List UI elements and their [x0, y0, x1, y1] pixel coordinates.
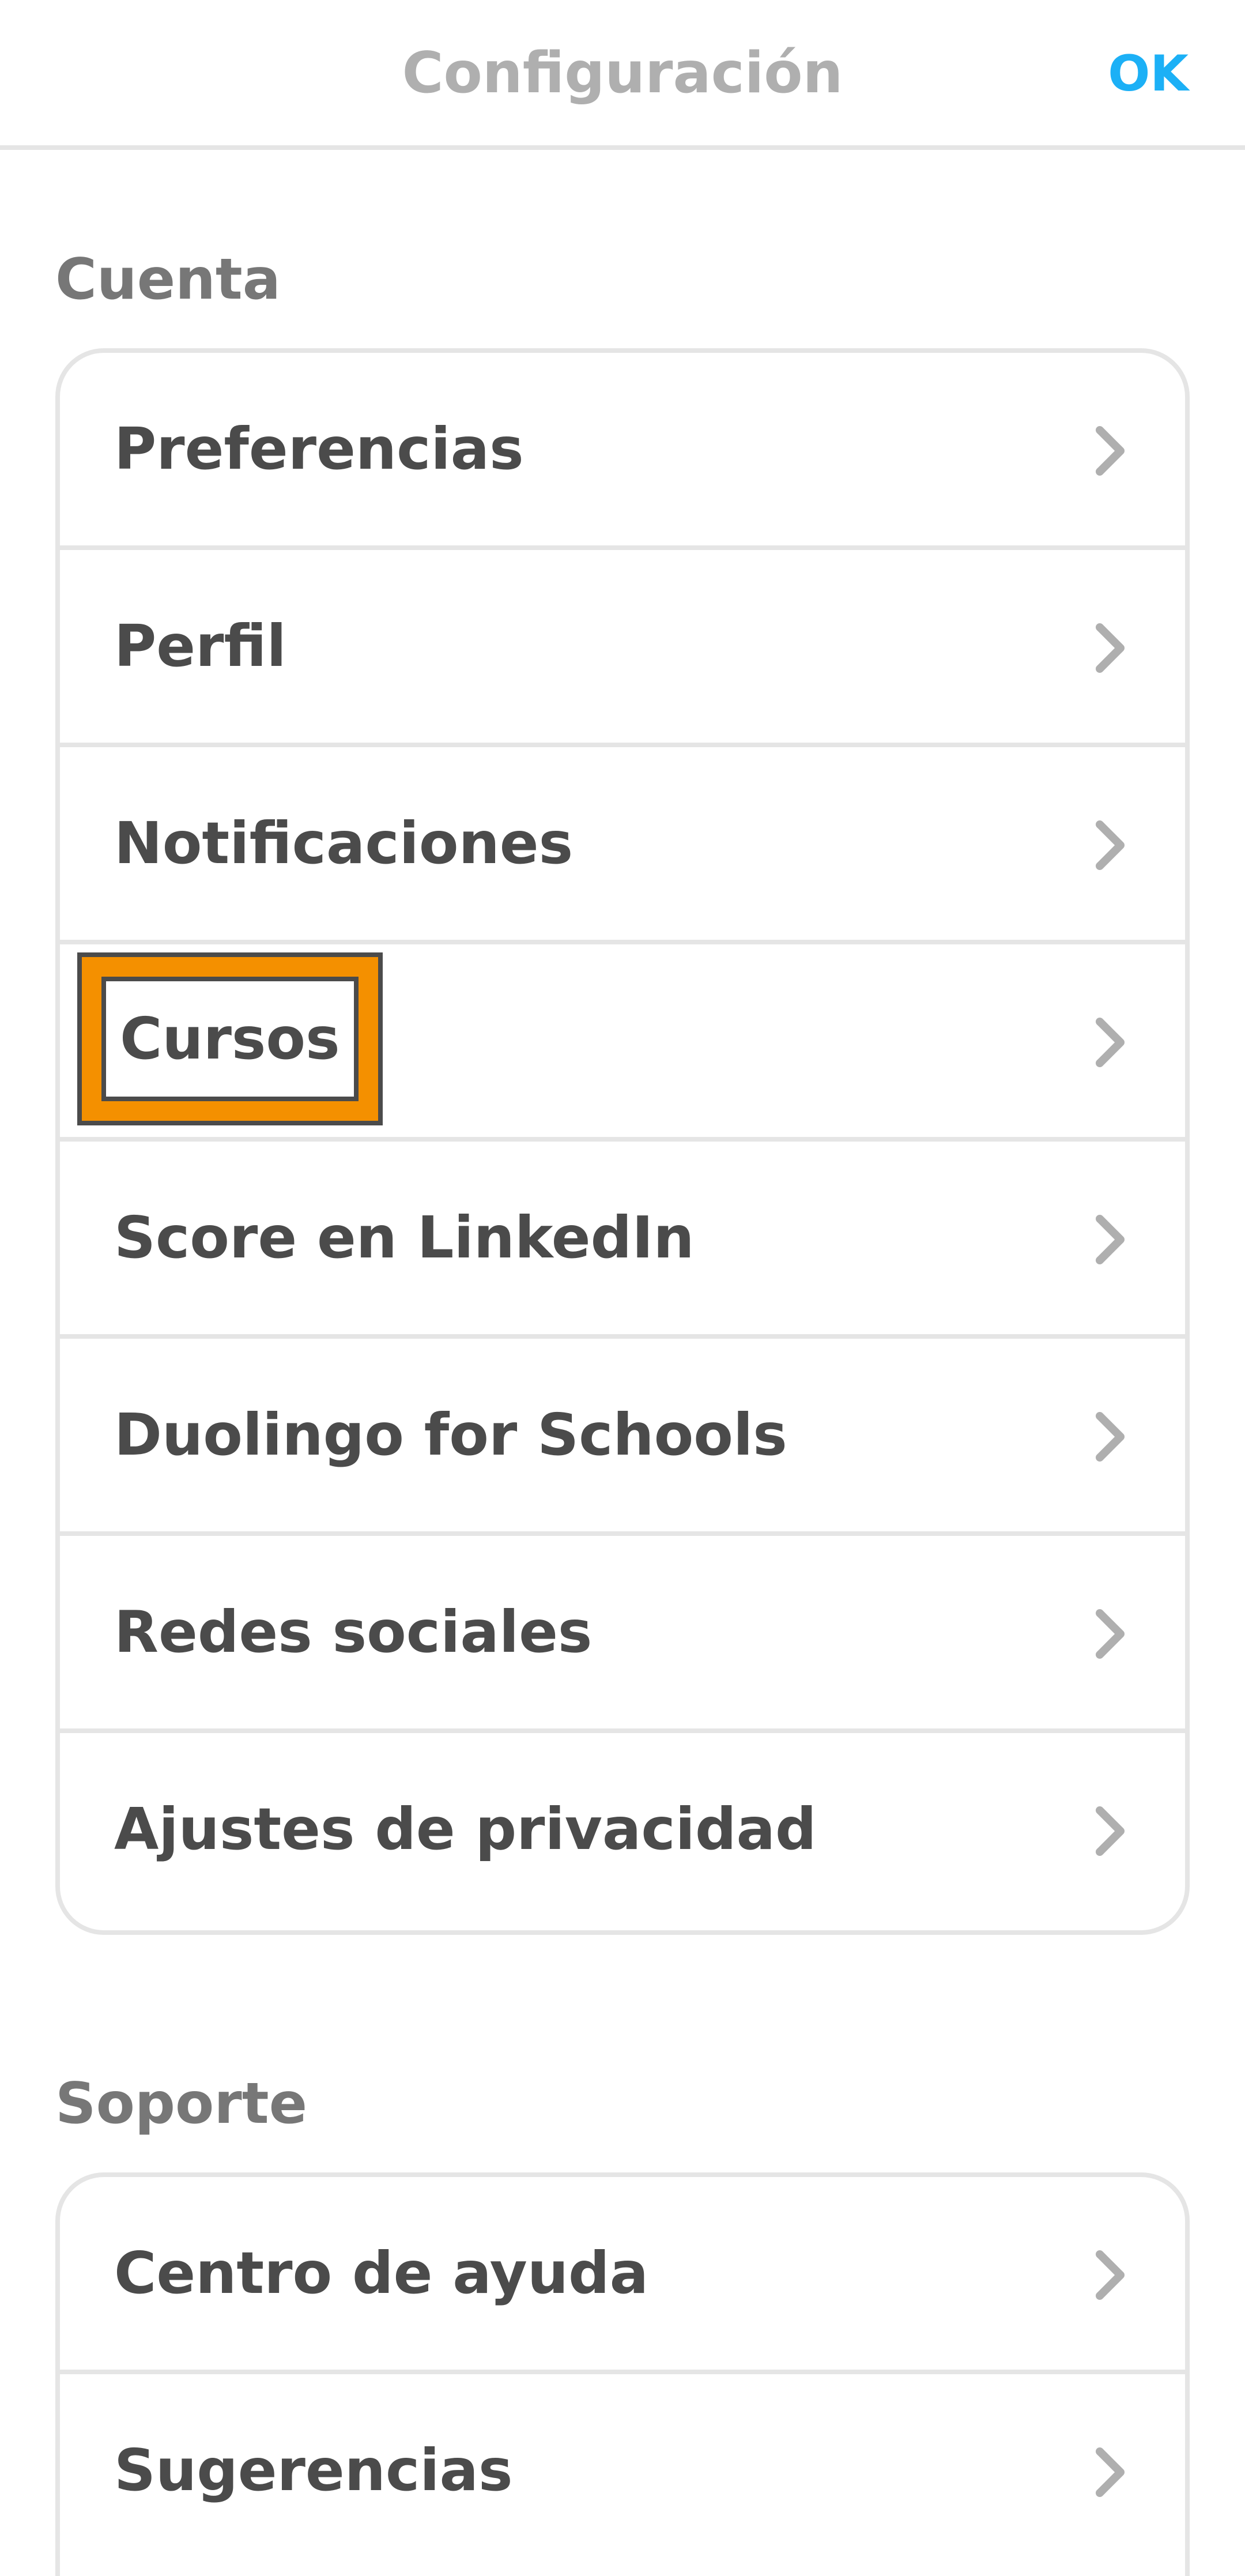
row-label: Notificaciones: [114, 809, 574, 877]
chevron-right-icon: [1096, 2447, 1125, 2497]
chevron-right-icon: [1096, 1018, 1125, 1067]
settings-row-help-center[interactable]: Centro de ayuda: [60, 2177, 1185, 2374]
settings-row-duolingo-for-schools[interactable]: Duolingo for Schools: [60, 1339, 1185, 1536]
page-title: Configuración: [402, 40, 843, 106]
settings-row-profile[interactable]: Perfil: [60, 550, 1185, 747]
chevron-right-icon: [1096, 1609, 1125, 1659]
chevron-right-icon: [1096, 426, 1125, 476]
row-label: Perfil: [114, 612, 286, 680]
row-label: Preferencias: [114, 415, 524, 483]
settings-row-social-networks[interactable]: Redes sociales: [60, 1536, 1185, 1733]
row-label: Ajustes de privacidad: [114, 1795, 817, 1863]
settings-row-preferences[interactable]: Preferencias: [60, 353, 1185, 550]
chevron-right-icon: [1096, 623, 1125, 673]
row-label: Duolingo for Schools: [114, 1401, 787, 1468]
account-settings-card: Preferencias Perfil Notificaciones Curso…: [55, 348, 1190, 1935]
row-label: Redes sociales: [114, 1598, 593, 1666]
row-label: Score en LinkedIn: [114, 1204, 695, 1271]
chevron-right-icon: [1096, 820, 1125, 870]
row-label: Centro de ayuda: [114, 2239, 649, 2307]
ok-button[interactable]: OK: [1108, 39, 1189, 108]
settings-row-notifications[interactable]: Notificaciones: [60, 747, 1185, 944]
settings-row-courses[interactable]: Cursos: [60, 944, 1185, 1142]
row-label: Sugerencias: [114, 2436, 513, 2504]
section-title-account: Cuenta: [55, 247, 281, 312]
section-title-support: Soporte: [55, 2071, 308, 2137]
support-settings-card: Centro de ayuda Sugerencias: [55, 2172, 1190, 2576]
chevron-right-icon: [1096, 1412, 1125, 1462]
chevron-right-icon: [1096, 1806, 1125, 1856]
settings-row-linkedin-score[interactable]: Score en LinkedIn: [60, 1142, 1185, 1339]
chevron-right-icon: [1096, 1215, 1125, 1264]
app-header: Configuración OK: [0, 0, 1245, 150]
row-label-highlighted: Cursos: [82, 957, 378, 1121]
settings-row-feedback[interactable]: Sugerencias: [60, 2374, 1185, 2571]
settings-row-privacy[interactable]: Ajustes de privacidad: [60, 1733, 1185, 1930]
chevron-right-icon: [1096, 2250, 1125, 2300]
